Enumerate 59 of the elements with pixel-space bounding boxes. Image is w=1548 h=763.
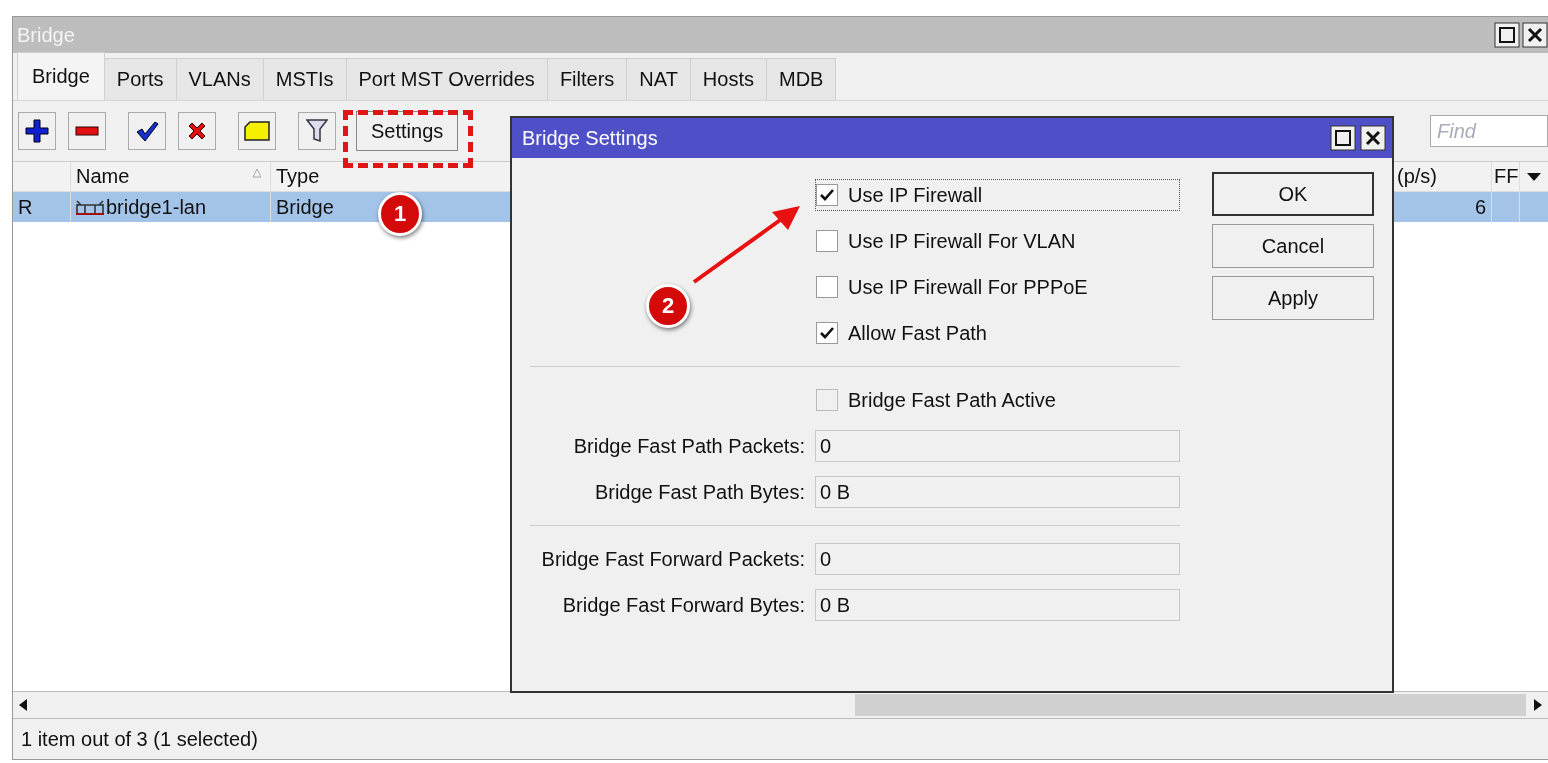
tab[interactable]: MSTIs <box>262 58 347 100</box>
status-text: 1 item out of 3 (1 selected) <box>21 727 258 751</box>
dialog-title: Bridge Settings <box>522 126 658 150</box>
tab[interactable]: Ports <box>103 58 177 100</box>
comment-button[interactable] <box>238 112 276 150</box>
table-cell: R <box>13 192 71 222</box>
tab[interactable]: Bridge <box>17 52 105 100</box>
cross-icon <box>186 120 208 142</box>
maximize-icon[interactable] <box>1330 125 1356 151</box>
checkbox-option[interactable]: Use IP Firewall For PPPoE <box>815 271 1180 303</box>
bridge-icon <box>76 199 104 215</box>
check-icon <box>819 187 835 203</box>
table-cell: bridge1-lan <box>106 195 207 219</box>
checkbox[interactable] <box>816 389 838 411</box>
scrollbar-thumb[interactable] <box>855 694 1526 716</box>
note-icon <box>244 121 270 141</box>
checkbox-option[interactable]: Bridge Fast Path Active <box>815 384 1180 416</box>
readonly-field: 0 B <box>815 476 1180 508</box>
tab[interactable]: MDB <box>765 58 837 100</box>
close-icon[interactable] <box>1522 22 1548 48</box>
check-icon <box>819 325 835 341</box>
tab[interactable]: Filters <box>546 58 628 100</box>
maximize-icon[interactable] <box>1494 22 1520 48</box>
tab[interactable]: Port MST Overrides <box>345 58 548 100</box>
checkbox[interactable] <box>816 184 838 206</box>
sort-icon <box>252 168 262 178</box>
horizontal-scrollbar[interactable] <box>13 691 1548 719</box>
plus-icon <box>25 119 49 143</box>
checkbox-option[interactable]: Use IP Firewall <box>815 179 1180 211</box>
field-label: Bridge Fast Path Bytes: <box>593 480 806 504</box>
dialog-button[interactable]: Cancel <box>1212 224 1374 268</box>
filter-button[interactable] <box>298 112 336 150</box>
checkbox-option[interactable]: Allow Fast Path <box>815 317 1180 349</box>
remove-button[interactable] <box>68 112 106 150</box>
check-icon <box>135 120 159 142</box>
field-label: Bridge Fast Path Packets: <box>572 434 806 458</box>
readonly-field: 0 <box>815 543 1180 575</box>
add-button[interactable] <box>18 112 56 150</box>
readonly-field: 0 <box>815 430 1180 462</box>
disable-button[interactable] <box>178 112 216 150</box>
checkbox[interactable] <box>816 276 838 298</box>
tab[interactable]: Hosts <box>689 58 767 100</box>
search-field[interactable]: Find <box>1430 115 1548 147</box>
field-label: Bridge Fast Forward Bytes: <box>561 593 806 617</box>
field-label: Bridge Fast Forward Packets: <box>540 547 806 571</box>
readonly-field: 0 B <box>815 589 1180 621</box>
checkbox-option[interactable]: Use IP Firewall For VLAN <box>815 225 1180 257</box>
dialog-button[interactable]: OK <box>1212 172 1374 216</box>
tab[interactable]: VLANs <box>175 58 264 100</box>
minus-icon <box>75 126 99 136</box>
settings-button[interactable]: Settings <box>356 111 459 151</box>
checkbox[interactable] <box>816 322 838 344</box>
tab[interactable]: NAT <box>626 58 691 100</box>
checkbox[interactable] <box>816 230 838 252</box>
filter-icon <box>306 119 328 143</box>
dropdown-icon <box>1527 172 1541 181</box>
enable-button[interactable] <box>128 112 166 150</box>
dialog-button[interactable]: Apply <box>1212 276 1374 320</box>
close-icon[interactable] <box>1360 125 1386 151</box>
